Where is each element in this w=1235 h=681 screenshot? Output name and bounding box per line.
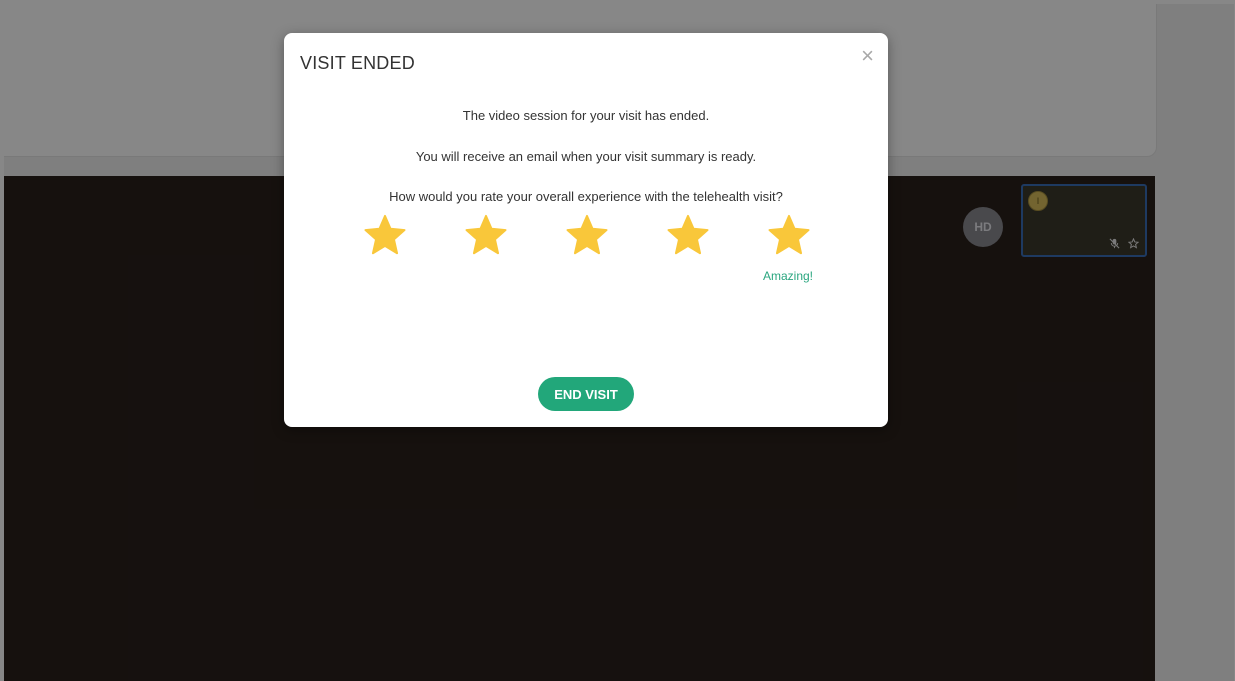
star-icon[interactable] (766, 213, 812, 259)
visit-ended-dialog: VISIT ENDED × The video session for your… (284, 33, 888, 427)
rating-label: Amazing! (762, 269, 814, 283)
end-visit-button[interactable]: END VISIT (538, 377, 634, 411)
close-icon[interactable]: × (861, 45, 874, 67)
star-icon[interactable] (564, 213, 610, 259)
star-rating (284, 213, 888, 263)
star-icon[interactable] (362, 213, 408, 259)
session-ended-message: The video session for your visit has end… (462, 108, 710, 123)
rating-question: How would you rate your overall experien… (389, 189, 783, 204)
dialog-title: VISIT ENDED (300, 53, 415, 73)
star-icon[interactable] (463, 213, 509, 259)
star-icon[interactable] (665, 213, 711, 259)
email-notice-message: You will receive an email when your visi… (415, 149, 757, 164)
